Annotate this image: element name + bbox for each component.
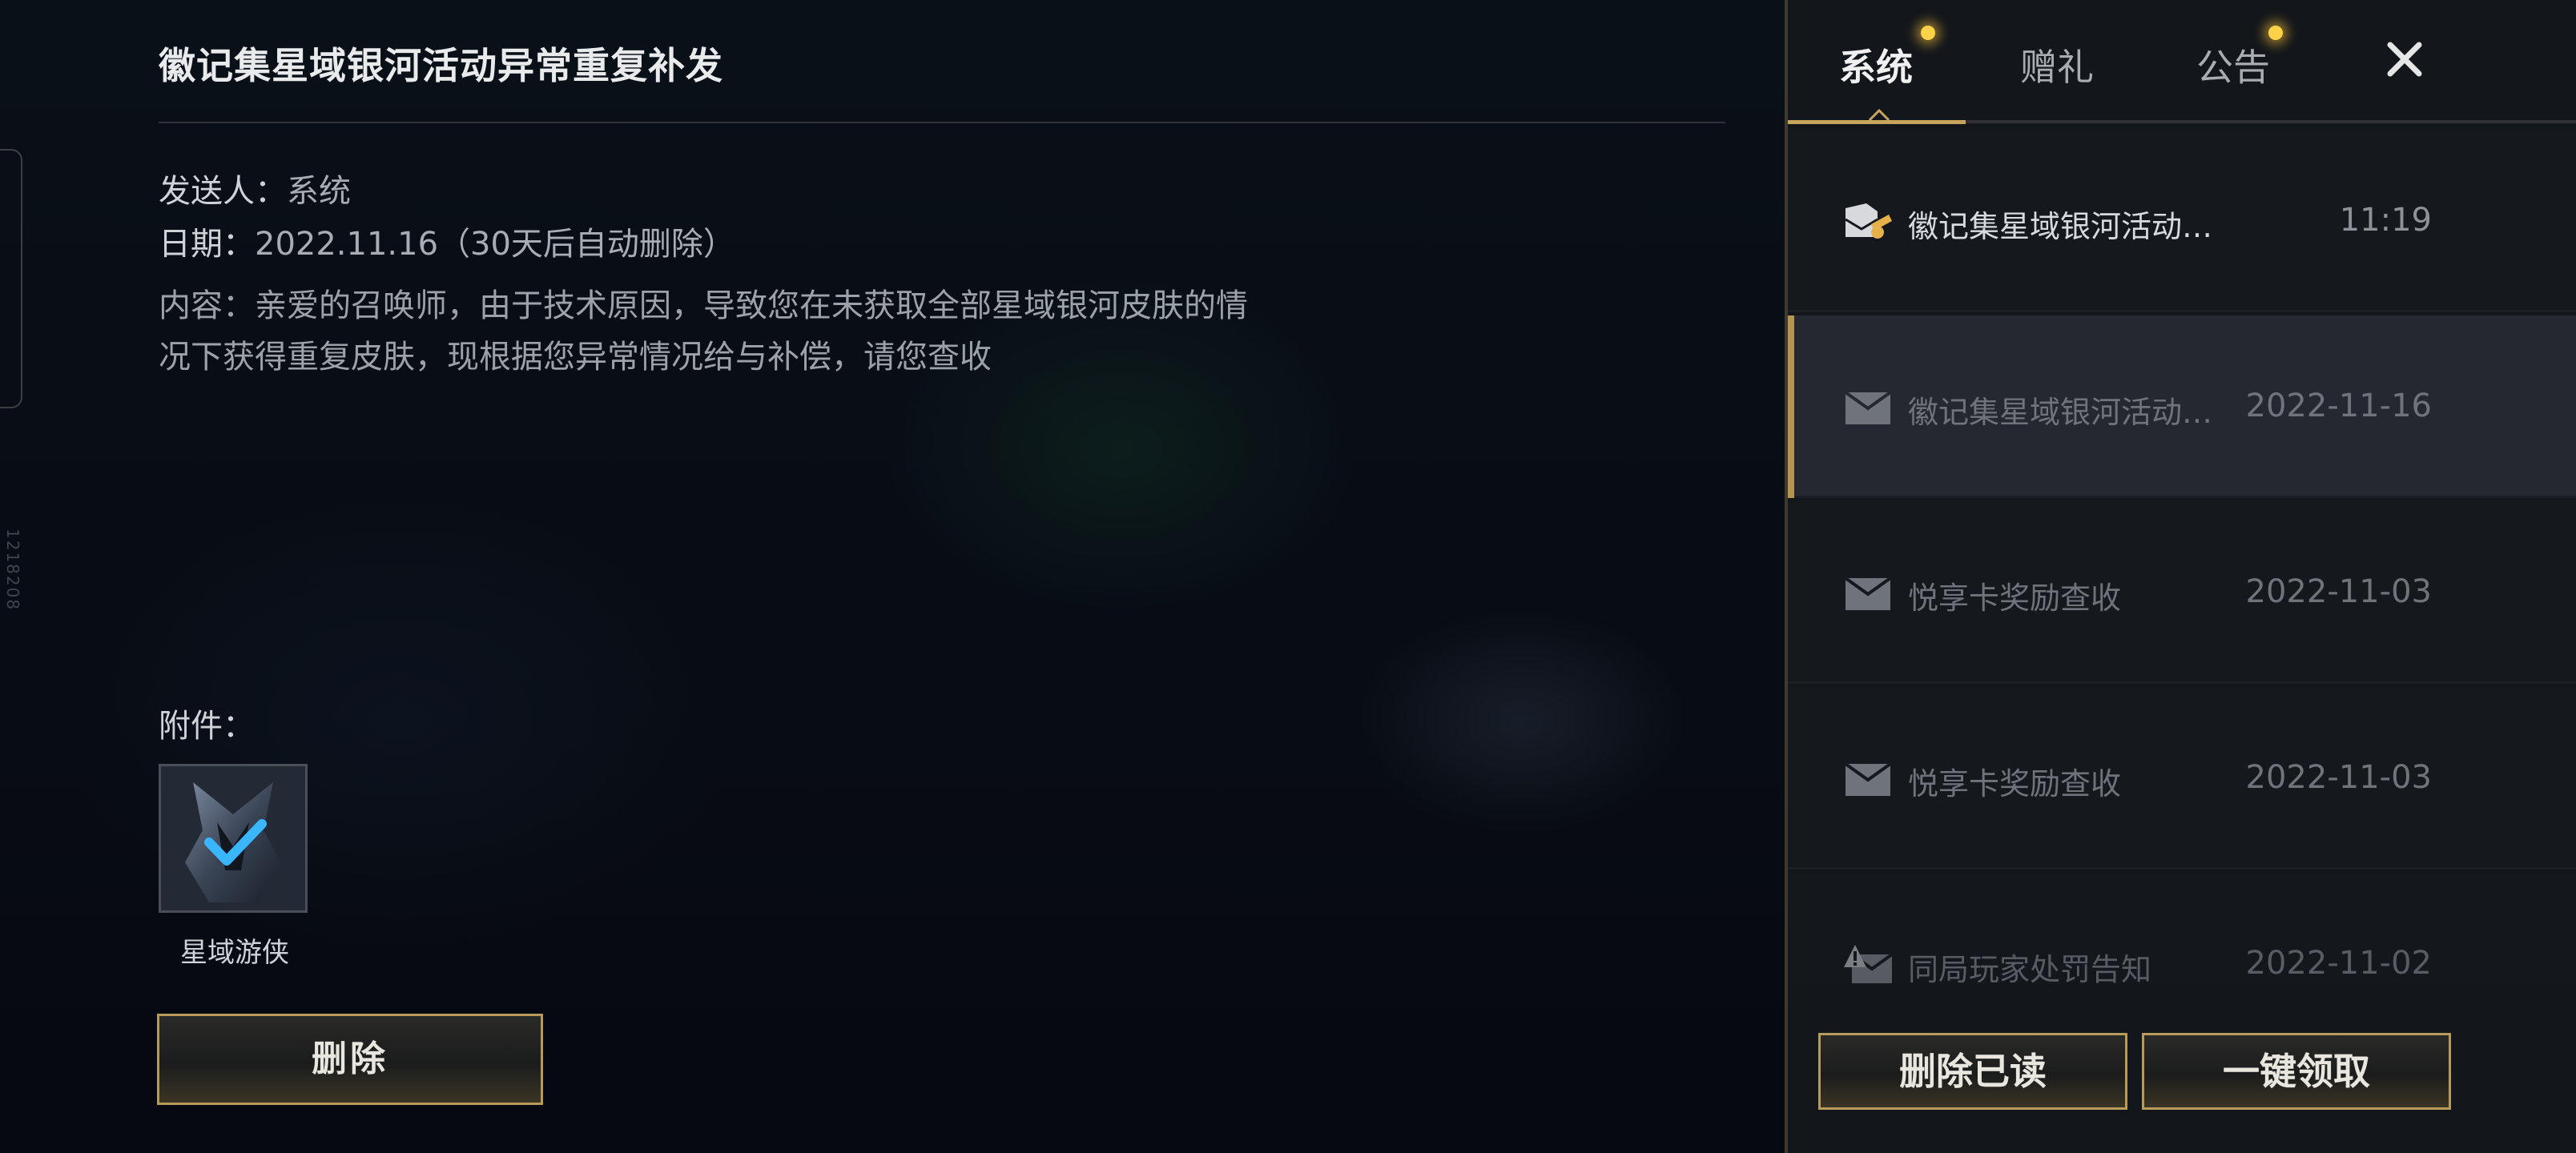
mail-list: 徽记集星域银河活动… 11:19 徽记集星域银河活动… 2022-11-16 悦…: [1788, 130, 2576, 983]
tab-caret-icon: [1868, 108, 1890, 120]
mail-actions-bar: 删除已读 一键领取: [1788, 983, 2576, 1153]
mail-content-line: 况下获得重复皮肤，现根据您异常情况给与补偿，请您查收: [159, 339, 992, 376]
attachment-item[interactable]: [159, 764, 308, 913]
mail-time: 2022-11-03: [2245, 573, 2432, 610]
sender-value: 系统: [287, 173, 351, 210]
mail-time: 2022-11-16: [2245, 388, 2432, 424]
side-version-code: 1218208: [3, 528, 22, 612]
title-divider: [159, 122, 1725, 123]
mail-list-item[interactable]: 悦享卡奖励查收 2022-11-03: [1788, 687, 2576, 870]
sender-label: 发送人：: [159, 173, 287, 210]
mail-subject: 徽记集星域银河活动…: [1908, 209, 2213, 244]
close-icon[interactable]: [2381, 35, 2429, 83]
mail-attachment-icon: [1845, 203, 1892, 239]
delete-read-button[interactable]: 删除已读: [1818, 1033, 2127, 1110]
mail-date: 日期：2022.11.16（30天后自动删除）: [159, 218, 735, 264]
tab-active-indicator: [1788, 120, 1966, 124]
mail-content-line: 内容：亲爱的召唤师，由于技术原因，导致您在未获取全部星域银河皮肤的情: [159, 287, 1248, 324]
mail-list-panel: 系统 赠礼 公告 徽记集星域银河活动… 11:19 徽记集星域银河活动… 202…: [1785, 0, 2576, 1153]
mail-list-item[interactable]: 徽记集星域银河活动… 2022-11-16: [1788, 315, 2576, 498]
tab-announcement[interactable]: 公告: [2196, 38, 2270, 91]
mail-time: 11:19: [2339, 202, 2432, 239]
mail-list-item[interactable]: 徽记集星域银河活动… 11:19: [1788, 130, 2576, 312]
date-label: 日期：: [159, 226, 255, 263]
mail-subject: 徽记集星域银河活动…: [1908, 395, 2213, 430]
mail-open-icon: [1844, 576, 1892, 610]
mail-tabs: 系统 赠礼 公告: [1788, 0, 2576, 128]
mail-subject: 悦享卡奖励查收: [1908, 581, 2122, 616]
date-value: 2022.11.16（30天后自动删除）: [255, 226, 735, 263]
skin-portrait-icon: [161, 766, 305, 910]
attachment-name: 星域游侠: [180, 937, 289, 969]
side-drawer-handle[interactable]: [0, 149, 22, 408]
tab-announcement-notify-dot: [2268, 26, 2283, 40]
tab-system[interactable]: 系统: [1839, 38, 1913, 91]
claim-all-button[interactable]: 一键领取: [2142, 1033, 2451, 1110]
mail-list-item[interactable]: 悦享卡奖励查收 2022-11-03: [1788, 501, 2576, 684]
mail-subject: 悦享卡奖励查收: [1908, 766, 2122, 801]
mail-open-icon: [1844, 391, 1892, 424]
selected-indicator: [1788, 315, 1794, 498]
mail-alert-icon: [1844, 945, 1894, 983]
mail-list-item[interactable]: 同局玩家处罚告知 2022-11-02: [1788, 873, 2576, 983]
tab-gift[interactable]: 赠礼: [2020, 38, 2094, 91]
mail-content: 内容：亲爱的召唤师，由于技术原因，导致您在未获取全部星域银河皮肤的情 况下获得重…: [159, 280, 1328, 383]
mail-time: 2022-11-03: [2245, 759, 2432, 796]
attachment-label: 附件：: [159, 708, 255, 745]
mail-time: 2022-11-02: [2245, 945, 2432, 982]
delete-mail-button[interactable]: 删除: [157, 1014, 543, 1105]
mail-sender: 发送人：系统: [159, 165, 351, 211]
mail-subject: 同局玩家处罚告知: [1908, 952, 2152, 983]
tab-system-notify-dot: [1921, 26, 1935, 40]
mail-title: 徽记集星域银河活动异常重复补发: [159, 44, 723, 87]
mail-open-icon: [1844, 762, 1892, 796]
